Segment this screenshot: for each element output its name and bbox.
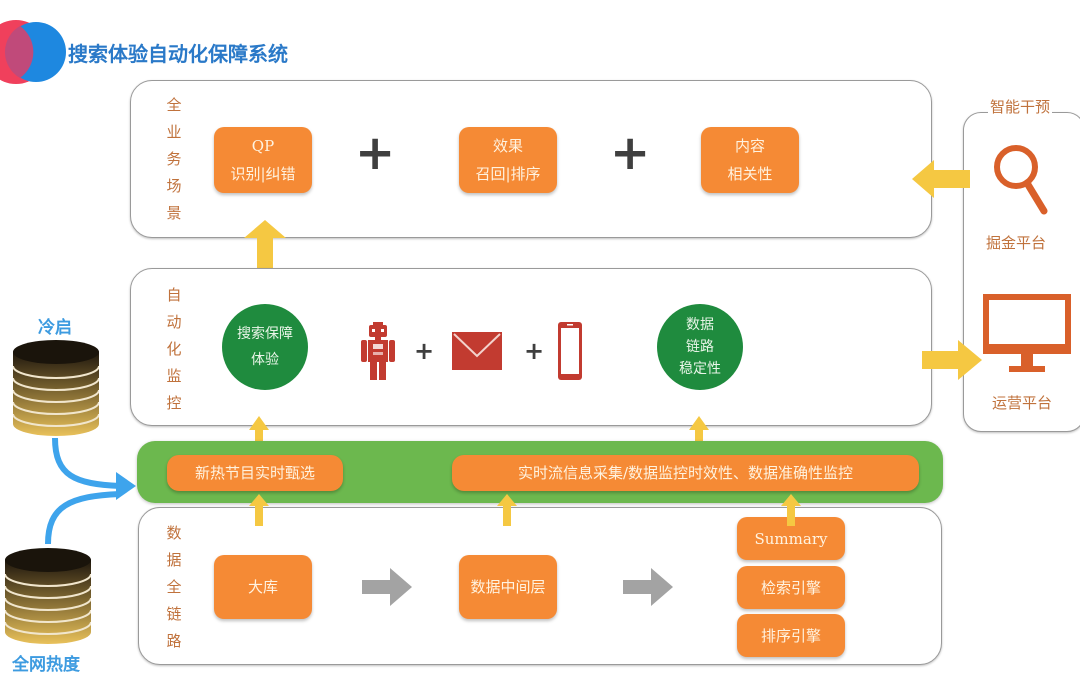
database-web-heat-icon bbox=[5, 548, 91, 644]
database-cold-start-icon bbox=[13, 340, 99, 436]
ops-platform-label[interactable]: 运营平台 bbox=[992, 392, 1052, 413]
up-arrow-icon bbox=[249, 494, 269, 526]
monitor-icon bbox=[983, 294, 1071, 372]
retrieval-engine-box[interactable]: 检索引擎 bbox=[737, 566, 845, 609]
mining-platform-label[interactable]: 掘金平台 bbox=[986, 232, 1046, 253]
content-relevance-box[interactable]: 内容 相关性 bbox=[701, 127, 799, 193]
page-title: 搜索体验自动化保障系统 bbox=[68, 42, 288, 66]
realtime-stream-monitor-box[interactable]: 实时流信息采集/数据监控时效性、数据准确性监控 bbox=[452, 455, 919, 491]
robot-icon bbox=[361, 322, 395, 380]
intervention-title: 智能干预 bbox=[988, 96, 1053, 117]
magnifier-icon bbox=[994, 145, 1048, 215]
envelope-icon bbox=[452, 332, 502, 370]
monitor-panel-label: 自动化监控 bbox=[166, 286, 182, 412]
hot-program-selection-box[interactable]: 新热节目实时甄选 bbox=[167, 455, 343, 491]
effect-box[interactable]: 效果 召回|排序 bbox=[459, 127, 557, 193]
ranking-engine-box[interactable]: 排序引擎 bbox=[737, 614, 845, 657]
plus-icon: + bbox=[524, 337, 545, 365]
main-database-box[interactable]: 大库 bbox=[214, 555, 312, 619]
cold-start-label: 冷启 bbox=[38, 318, 72, 338]
plus-icon: + bbox=[414, 337, 435, 365]
overlapping-circles-logo-icon bbox=[0, 20, 66, 84]
plus-icon: + bbox=[355, 125, 396, 181]
data-link-stability-circle[interactable]: 数据 链路 稳定性 bbox=[657, 304, 743, 390]
left-arrow-icon bbox=[912, 160, 970, 198]
smartphone-icon bbox=[558, 322, 582, 380]
right-arrow-icon bbox=[362, 568, 412, 606]
curved-arrow-icon bbox=[45, 437, 136, 545]
plus-icon: + bbox=[610, 125, 651, 181]
up-arrow-icon bbox=[497, 494, 517, 526]
scenario-panel-label: 全业务场景 bbox=[166, 96, 182, 222]
data-middle-layer-box[interactable]: 数据中间层 bbox=[459, 555, 557, 619]
web-heat-label: 全网热度 bbox=[12, 655, 80, 675]
data-chain-panel-label: 数据全链路 bbox=[166, 524, 182, 650]
up-arrow-icon bbox=[781, 494, 801, 526]
search-experience-circle[interactable]: 搜索保障 体验 bbox=[222, 304, 308, 390]
qp-box[interactable]: QP 识别|纠错 bbox=[214, 127, 312, 193]
right-arrow-icon bbox=[623, 568, 673, 606]
right-arrow-icon bbox=[922, 340, 982, 380]
